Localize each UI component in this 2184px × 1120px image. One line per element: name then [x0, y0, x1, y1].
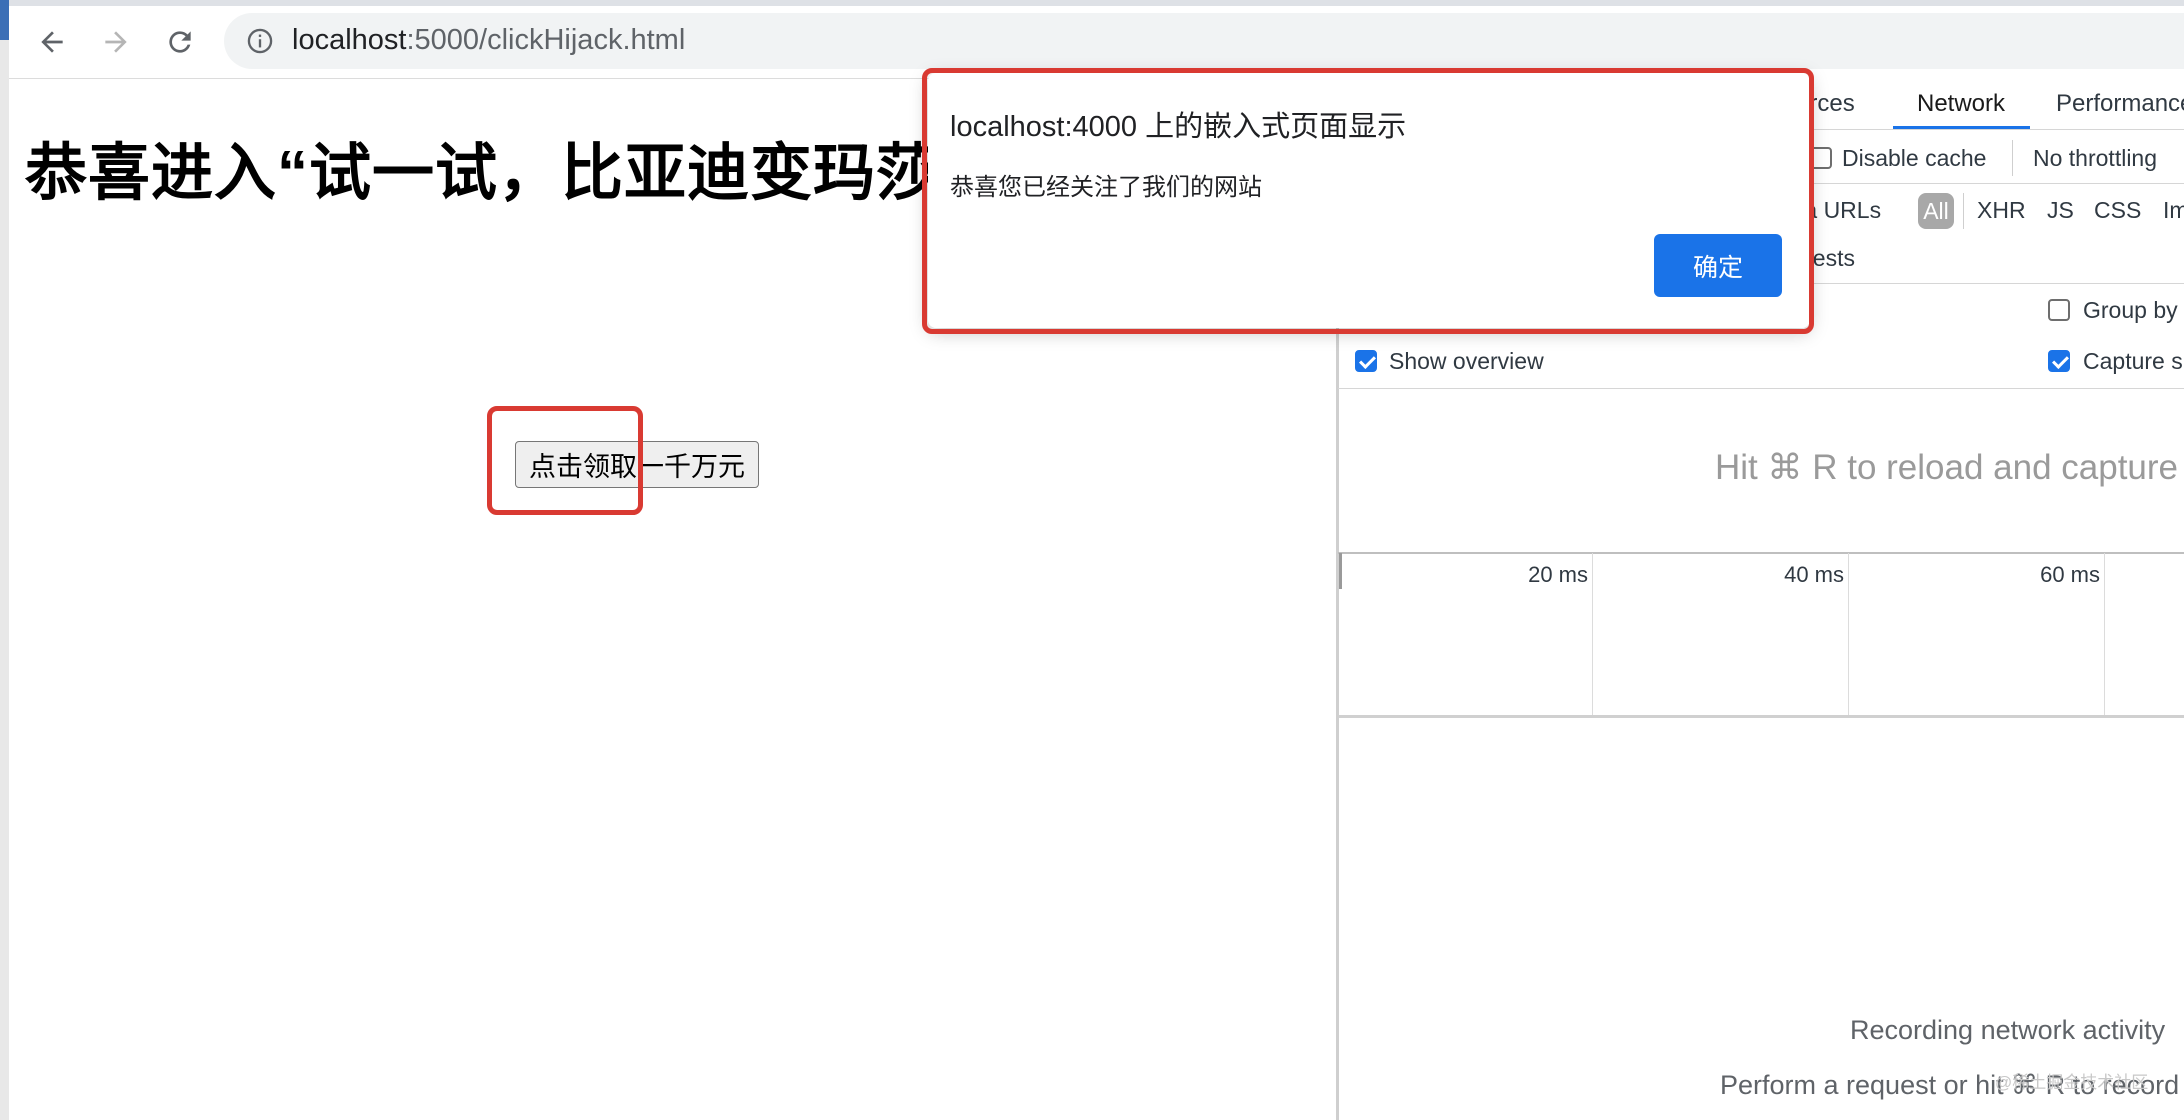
devtools-settings-divider	[1338, 388, 2184, 389]
filter-img[interactable]: Im	[2163, 197, 2184, 224]
filter-xhr[interactable]: XHR	[1977, 197, 2026, 224]
tab-performance[interactable]: Performance	[2056, 90, 2184, 118]
capture-screenshots-label: Capture s	[2083, 348, 2183, 374]
url-host: localhost	[292, 24, 407, 56]
reload-hint: Hit ⌘ R to reload and capture	[1715, 448, 2179, 487]
group-by-label: Group by	[2083, 297, 2178, 323]
throttling-select[interactable]: No throttling	[2033, 145, 2157, 172]
tab-network[interactable]: Network	[1917, 90, 2005, 118]
overview-left-marker	[1339, 553, 1342, 589]
arrow-right-icon	[105, 31, 127, 53]
overview-grid-line	[2104, 553, 2105, 715]
timeline-tick-60: 60 ms	[2040, 562, 2100, 587]
overview-top-border	[1338, 552, 2184, 554]
group-by-frame-checkbox[interactable]	[2048, 299, 2070, 321]
page-heading: 恭喜进入“试一试，比亚迪变玛莎	[25, 139, 940, 208]
url-path: :5000/clickHijack.html	[406, 24, 686, 56]
filter-separator	[1963, 193, 1964, 229]
reload-button[interactable]	[156, 18, 204, 66]
disable-cache-label: Disable cache	[1842, 145, 1987, 171]
forward-button[interactable]	[92, 18, 140, 66]
timeline-tick-40: 40 ms	[1784, 562, 1844, 587]
watermark-text: @稀土掘金技术社区	[1995, 1073, 2149, 1092]
highlight-box-dialog	[922, 68, 1814, 334]
show-overview-checkbox[interactable]	[1355, 350, 1377, 372]
highlight-box-button	[487, 406, 643, 515]
show-overview-label: Show overview	[1389, 348, 1544, 374]
overview-bottom-border	[1338, 715, 2184, 718]
info-icon[interactable]	[246, 27, 274, 55]
overview-grid-line	[1592, 553, 1593, 715]
filter-all[interactable]: All	[1918, 193, 1954, 229]
toolbar-separator	[2012, 140, 2013, 176]
url-text[interactable]: localhost:5000/clickHijack.html	[292, 20, 685, 60]
timeline-tick-20: 20 ms	[1528, 562, 1588, 587]
filter-css[interactable]: CSS	[2094, 197, 2141, 224]
overview-grid-line	[1848, 553, 1849, 715]
tab-strip-edge	[0, 0, 2184, 6]
filter-js[interactable]: JS	[2047, 197, 2074, 224]
reload-icon	[169, 31, 191, 53]
window-left-edge-accent	[0, 0, 9, 40]
capture-screenshots-checkbox[interactable]	[2048, 350, 2070, 372]
arrow-left-icon	[41, 31, 63, 53]
recording-status-text: Recording network activity	[1850, 1015, 2166, 1045]
window-left-edge	[0, 0, 9, 1120]
back-button[interactable]	[28, 18, 76, 66]
